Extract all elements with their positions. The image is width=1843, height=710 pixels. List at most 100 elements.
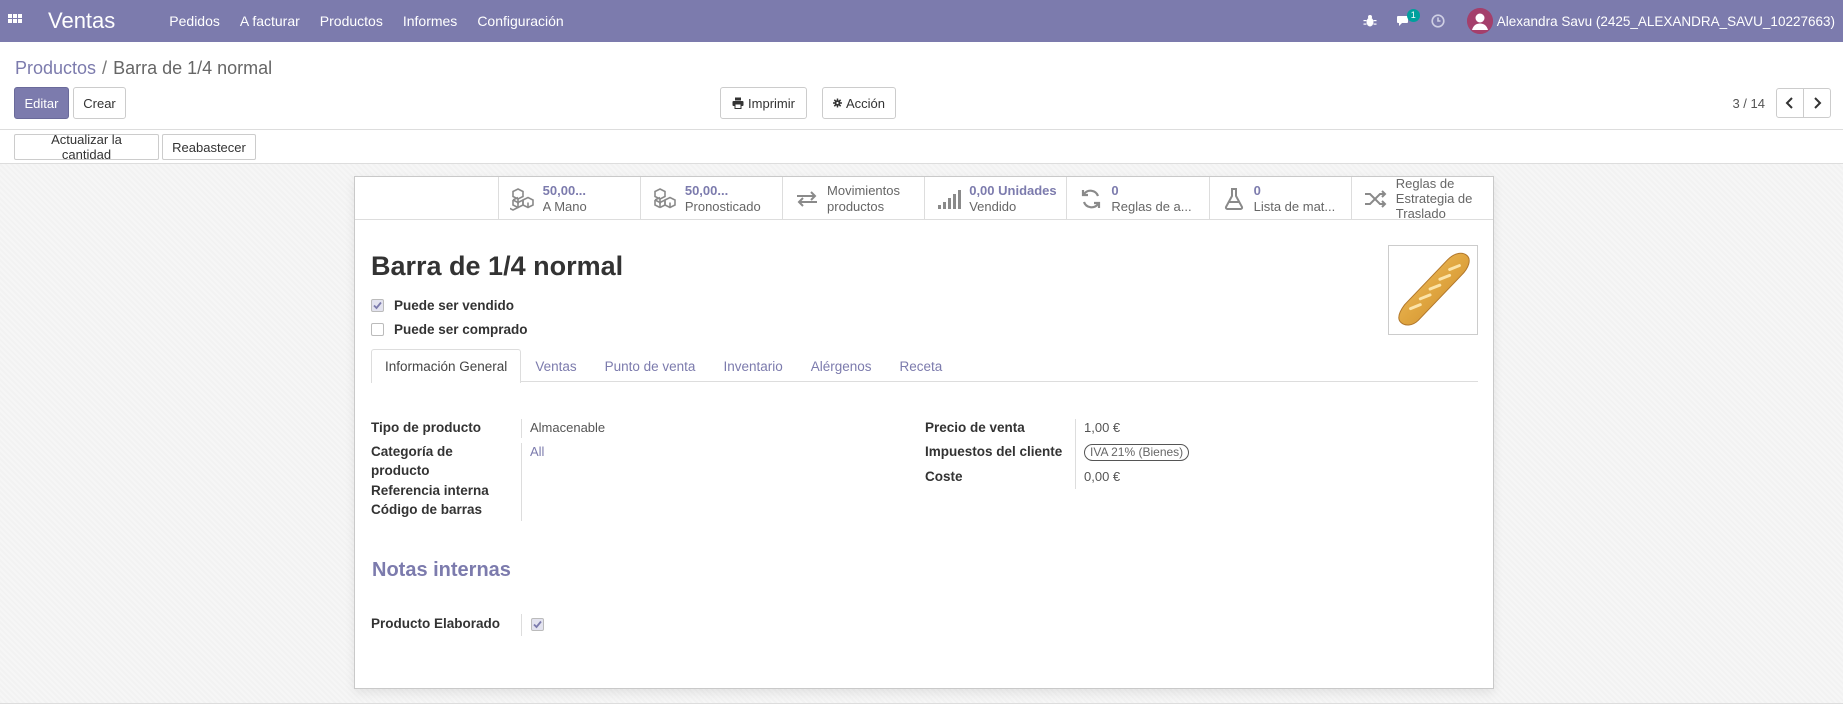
control-panel: Productos / Barra de 1/4 normal Editar Cre… — [0, 42, 1843, 130]
bom-value: 0 — [1253, 182, 1261, 198]
barcode-label: Código de barras — [371, 502, 483, 517]
putaway-line3: Traslado — [1395, 206, 1446, 221]
product-name: Barra de 1/4 normal — [371, 251, 624, 281]
product-moves-line1: Movimientos — [827, 182, 900, 198]
menu-item-configuracion[interactable]: Configuración — [467, 0, 573, 42]
replenish-button[interactable]: Reabastecer — [162, 134, 256, 160]
tax-tag[interactable]: IVA 21% (Bienes) — [1084, 444, 1190, 461]
action-label: Acción — [845, 95, 885, 111]
product-image[interactable] — [1388, 245, 1478, 335]
can-be-purchased-label: Puede ser comprado — [394, 322, 528, 337]
signal-icon — [935, 185, 963, 213]
tab-alergenos[interactable]: Alérgenos — [797, 349, 886, 382]
cubes-icon — [651, 185, 679, 213]
category-label-line2: producto — [371, 463, 430, 478]
smart-buttons: 50,00... A Mano 50,00... Pronosticado Mo… — [355, 176, 1493, 221]
create-button[interactable]: Crear — [73, 87, 126, 119]
sale-price-value[interactable]: 1,00 € — [1084, 418, 1120, 437]
smart-button-sold[interactable]: 0,00 Unidades Vendido — [924, 177, 1066, 220]
manufactured-product-checkbox[interactable] — [531, 618, 544, 631]
bug-icon[interactable] — [1353, 0, 1387, 42]
menu-item-pedidos[interactable]: Pedidos — [159, 0, 230, 42]
smart-button-bom[interactable]: 0 Lista de mat... — [1208, 177, 1351, 220]
sale-price-label: Precio de venta — [925, 420, 1025, 435]
putaway-line1: Reglas de — [1395, 176, 1455, 191]
smart-button-on-hand[interactable]: 50,00... A Mano — [497, 177, 640, 220]
tab-receta[interactable]: Receta — [886, 349, 957, 382]
sold-value: 0,00 Unidades — [969, 182, 1057, 198]
pager-previous-button[interactable] — [1776, 88, 1804, 118]
app-brand[interactable]: Ventas — [48, 8, 115, 34]
smart-button-reorder-rules[interactable]: 0 Reglas de a... — [1066, 177, 1208, 220]
chevron-right-icon — [1814, 97, 1822, 109]
navbar-systray: 1 Alexandra Savu (2425_ALEXANDRA_SAVU_10… — [1353, 0, 1843, 42]
apps-menu-icon[interactable] — [0, 0, 30, 42]
menu-item-productos[interactable]: Productos — [310, 0, 393, 42]
cost-label: Coste — [925, 469, 963, 484]
status-bar: Actualizar la cantidad Reabastecer — [0, 131, 1843, 164]
cubes-icon — [509, 185, 537, 213]
putaway-line2: Estrategia de — [1395, 191, 1473, 206]
customer-taxes-label: Impuestos del cliente — [925, 444, 1063, 459]
tab-informacion-general[interactable]: Información General — [371, 349, 522, 383]
forecasted-value: 50,00... — [684, 182, 729, 198]
menu-item-informes[interactable]: Informes — [393, 0, 467, 42]
breadcrumb-productos[interactable]: Productos — [15, 58, 96, 78]
product-moves-line2: productos — [827, 198, 885, 214]
print-button[interactable]: Imprimir — [720, 87, 807, 119]
breadcrumb-separator: / — [102, 58, 108, 78]
print-icon — [732, 97, 744, 109]
pager-next-button[interactable] — [1803, 88, 1831, 118]
can-be-sold-label: Puede ser vendido — [394, 298, 515, 313]
tab-punto-de-venta[interactable]: Punto de venta — [591, 349, 710, 382]
can-be-sold-checkbox[interactable]: Puede ser vendido — [371, 298, 514, 313]
pager-value[interactable]: 3 / 14 — [1732, 96, 1765, 111]
action-button[interactable]: Acción — [822, 87, 896, 119]
edit-button[interactable]: Editar — [14, 87, 69, 119]
category-label-line1: Categoría de — [371, 444, 453, 459]
random-icon — [1362, 185, 1390, 213]
sold-label: Vendido — [969, 198, 1017, 214]
chat-badge: 1 — [1406, 9, 1420, 22]
refresh-icon — [1077, 185, 1105, 213]
form-sheet: 50,00... A Mano 50,00... Pronosticado Mo… — [354, 176, 1494, 689]
chevron-left-icon — [1785, 97, 1793, 109]
baguette-image — [1398, 252, 1470, 326]
user-name: Alexandra Savu (2425_ALEXANDRA_SAVU_1022… — [1496, 13, 1835, 29]
product-type-label: Tipo de producto — [371, 420, 481, 435]
smart-button-product-moves[interactable]: Movimientos productos — [782, 177, 924, 220]
menu-item-a-facturar[interactable]: A facturar — [230, 0, 310, 42]
tab-ventas[interactable]: Ventas — [521, 349, 590, 382]
reorder-rules-value: 0 — [1111, 182, 1119, 198]
bom-label: Lista de mat... — [1253, 198, 1336, 214]
manufactured-product-label: Producto Elaborado — [371, 616, 501, 631]
breadcrumb: Productos / Barra de 1/4 normal — [15, 58, 272, 79]
internal-notes-title: Notas internas — [372, 559, 511, 581]
clock-icon[interactable] — [1421, 0, 1455, 42]
notebook-tabs: Información General Ventas Punto de vent… — [371, 349, 1478, 383]
on-hand-value: 50,00... — [542, 182, 587, 198]
can-be-purchased-checkbox[interactable]: Puede ser comprado — [371, 322, 528, 337]
on-hand-label: A Mano — [542, 198, 587, 214]
checkbox-checked[interactable] — [371, 299, 384, 312]
tab-inventario[interactable]: Inventario — [709, 349, 796, 382]
chat-icon[interactable]: 1 — [1387, 0, 1421, 42]
internal-reference-label: Referencia interna — [371, 483, 489, 498]
update-quantity-button[interactable]: Actualizar la cantidad — [14, 132, 159, 162]
avatar — [1466, 8, 1493, 34]
product-type-value[interactable]: Almacenable — [530, 418, 605, 437]
top-navbar: Ventas Pedidos A facturar Productos Info… — [0, 0, 1843, 42]
smart-button-forecasted[interactable]: 50,00... Pronosticado — [639, 177, 782, 220]
breadcrumb-current: Barra de 1/4 normal — [113, 58, 273, 78]
check-icon — [373, 301, 382, 310]
smart-button-putaway-rules[interactable]: Reglas de Estrategia de Traslado — [1350, 176, 1493, 221]
cost-value[interactable]: 0,00 € — [1084, 467, 1120, 486]
forecasted-label: Pronosticado — [684, 198, 761, 214]
check-icon — [533, 620, 542, 629]
gear-icon — [833, 98, 842, 108]
flask-icon — [1220, 185, 1248, 213]
checkbox-unchecked[interactable] — [371, 323, 384, 336]
user-menu[interactable]: Alexandra Savu (2425_ALEXANDRA_SAVU_1022… — [1466, 8, 1835, 34]
exchange-icon — [793, 185, 821, 213]
category-value[interactable]: All — [530, 442, 544, 461]
